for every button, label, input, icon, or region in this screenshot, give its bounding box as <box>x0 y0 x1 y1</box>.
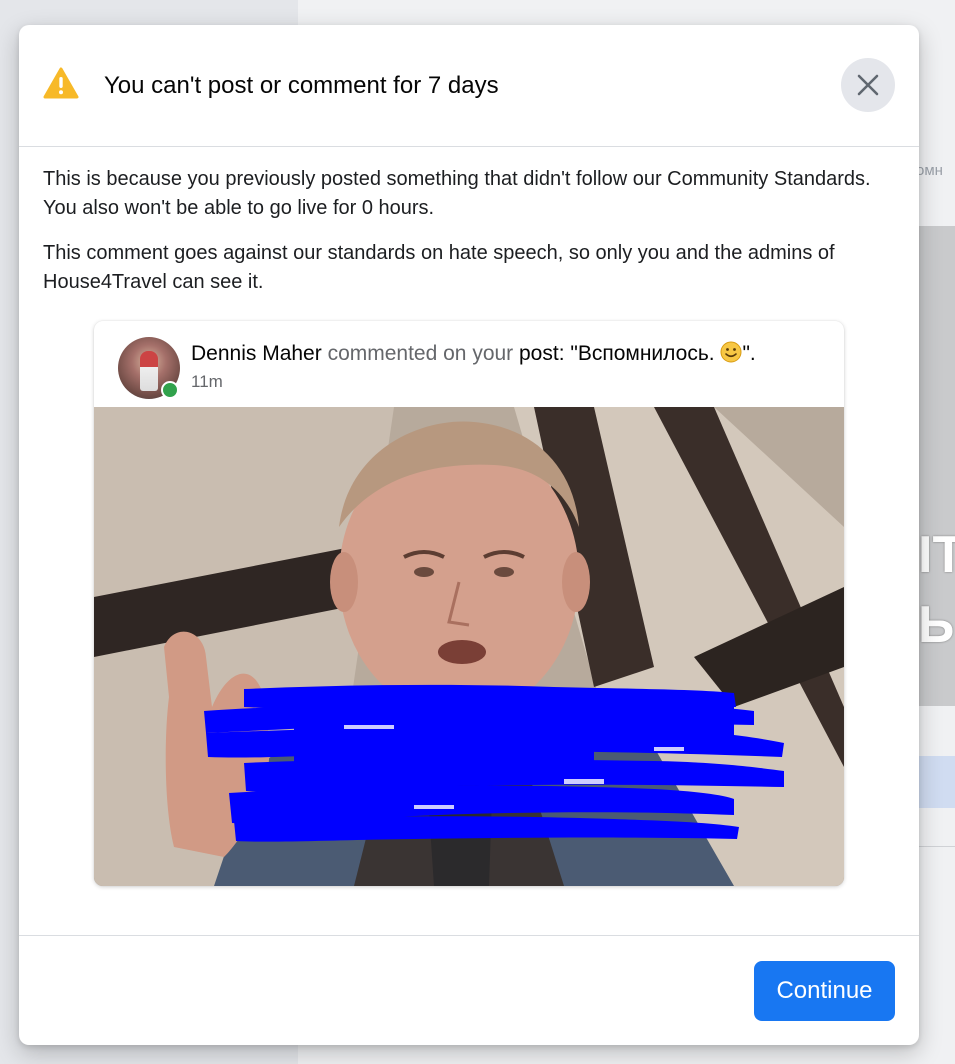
notification-timestamp[interactable]: 11m <box>191 371 223 393</box>
notification-action: commented on your <box>321 342 519 365</box>
violation-text: This comment goes against our standards … <box>43 242 835 293</box>
author-name[interactable]: Dennis Maher <box>191 342 322 365</box>
background-divider <box>918 846 955 847</box>
comment-quote-end: ". <box>742 342 756 365</box>
post-link[interactable]: post <box>519 342 559 365</box>
smiley-emoji-icon <box>720 341 742 363</box>
continue-button-label: Continue <box>776 977 873 1004</box>
dialog-body: This is because you previously posted so… <box>43 165 893 313</box>
post-image[interactable] <box>94 407 844 886</box>
comment-quote: "Вспомнилось. <box>570 342 721 365</box>
close-button[interactable] <box>841 58 895 112</box>
background-highlight-bar <box>918 756 955 808</box>
footer-divider <box>19 935 919 936</box>
dialog-title: You can't post or comment for 7 days <box>104 72 499 99</box>
restriction-dialog: You can't post or comment for 7 days Thi… <box>19 25 919 1045</box>
warning-triangle-icon <box>43 67 79 99</box>
online-status-dot <box>161 381 179 399</box>
close-icon <box>857 74 879 96</box>
explanation-text: This is because you previously posted so… <box>43 168 871 219</box>
dialog-header: You can't post or comment for 7 days <box>19 25 919 147</box>
background-text-snippet: омн <box>916 162 943 179</box>
continue-button[interactable]: Continue <box>754 961 895 1021</box>
notification-text: Dennis Maher commented on your post: "Вс… <box>191 339 831 369</box>
notification-card[interactable]: Dennis Maher commented on your post: "Вс… <box>94 321 844 886</box>
notification-colon: : <box>558 342 571 365</box>
background-image-text: ITOЫ <box>918 526 955 654</box>
